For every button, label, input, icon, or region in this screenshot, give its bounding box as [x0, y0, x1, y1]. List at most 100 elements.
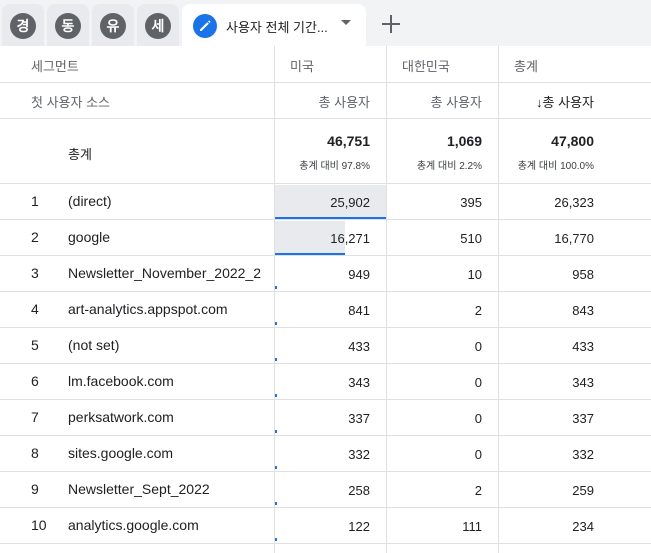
row-kr-value: 2: [474, 483, 482, 498]
column-header-us[interactable]: 미국: [290, 56, 314, 75]
totals-total-value: 47,800: [551, 133, 594, 149]
row-source: lm.facebook.com: [68, 373, 174, 389]
row-total-value: 332: [572, 447, 594, 462]
row-rank: 3: [31, 265, 39, 281]
dropdown-caret-icon[interactable]: [340, 19, 352, 27]
row-source: google: [68, 229, 111, 245]
segment-chip-2[interactable]: 동: [47, 4, 89, 46]
row-us-value: 433: [348, 339, 370, 354]
totals-kr-percent: 총계 대비 2.2%: [416, 161, 482, 172]
row-rank: 2: [31, 229, 39, 245]
row-rank: 4: [31, 301, 39, 317]
segment-chip-4-letter: 세: [145, 13, 171, 39]
row-us-value: 332: [348, 447, 370, 462]
totals-us-value: 46,751: [327, 133, 370, 149]
us-share-marker: [275, 358, 277, 361]
row-total-value: 343: [572, 375, 594, 390]
row-total-value: 843: [572, 303, 594, 318]
add-comparison-icon[interactable]: [378, 11, 404, 37]
row-rank: 10: [31, 517, 47, 533]
row-us-value: 25,902: [330, 195, 370, 210]
row-source: (not set): [68, 337, 120, 353]
segment-chip-3-letter: 유: [100, 13, 126, 39]
row-total-value: 26,323: [554, 195, 594, 210]
row-total-value: 337: [572, 411, 594, 426]
row-us-value: 949: [348, 267, 370, 282]
table-row[interactable]: 7 perksatwork.com 337 0 337: [0, 400, 651, 436]
row-source: sites.google.com: [68, 445, 174, 461]
segment-chip-4[interactable]: 세: [137, 4, 179, 46]
row-rank: 9: [31, 481, 39, 497]
table-row[interactable]: 5 (not set) 433 0 433: [0, 328, 651, 364]
table-row[interactable]: 8 sites.google.com 332 0 332: [0, 436, 651, 472]
row-source: (direct): [68, 193, 112, 209]
us-share-underline: [275, 253, 345, 255]
row-us-value: 337: [348, 411, 370, 426]
column-header-kr[interactable]: 대한민국: [402, 56, 450, 75]
metric-header-total-sorted[interactable]: ↓총 사용자: [536, 92, 594, 111]
segment-header: 세그먼트: [31, 59, 79, 74]
table-row[interactable]: 9 Newsletter_Sept_2022 258 2 259: [0, 472, 651, 508]
active-tab-label: 사용자 전체 기간...: [226, 20, 328, 35]
segment-chip-3[interactable]: 유: [92, 4, 134, 46]
totals-kr-value: 1,069: [446, 133, 482, 149]
row-kr-value: 10: [467, 267, 482, 282]
row-source: Newsletter_November_2022_2: [68, 265, 261, 281]
us-share-marker: [275, 466, 277, 469]
row-kr-value: 0: [474, 447, 482, 462]
row-kr-value: 2: [474, 303, 482, 318]
row-total-value: 958: [572, 267, 594, 282]
table-row[interactable]: 2 google 16,271 510 16,770: [0, 220, 651, 256]
row-us-value: 16,271: [330, 231, 370, 246]
edit-pencil-icon[interactable]: [193, 14, 217, 38]
row-total-value: 16,770: [554, 231, 594, 246]
row-total-value: 234: [572, 519, 594, 534]
totals-us-percent: 총계 대비 97.8%: [299, 161, 370, 172]
row-source: analytics.google.com: [68, 517, 199, 533]
totals-label: 총계: [68, 147, 92, 162]
row-rank: 8: [31, 445, 39, 461]
us-share-marker: [275, 430, 277, 433]
us-share-marker: [275, 538, 277, 541]
row-rank: 7: [31, 409, 39, 425]
row-rank: 1: [31, 193, 39, 209]
column-header-total[interactable]: 총계: [514, 56, 538, 75]
table-row[interactable]: 6 lm.facebook.com 343 0 343: [0, 364, 651, 400]
metric-header-us[interactable]: 총 사용자: [319, 92, 370, 111]
row-rank: 6: [31, 373, 39, 389]
row-source: perksatwork.com: [68, 409, 174, 425]
segment-chip-1[interactable]: 경: [2, 4, 44, 46]
table-row[interactable]: 1 (direct) 25,902 395 26,323: [0, 184, 651, 220]
row-kr-value: 0: [474, 339, 482, 354]
us-share-marker: [275, 394, 277, 397]
us-share-marker: [275, 322, 277, 325]
table-row[interactable]: 4 art-analytics.appspot.com 841 2 843: [0, 292, 651, 328]
segment-tab-bar: 경 동 유 세 사용자 전체 기간...: [0, 0, 651, 46]
row-source: art-analytics.appspot.com: [68, 301, 228, 317]
table-row[interactable]: 10 analytics.google.com 122 111 234: [0, 508, 651, 544]
active-comparison-tab[interactable]: 사용자 전체 기간...: [182, 4, 366, 46]
row-kr-value: 510: [460, 231, 482, 246]
row-us-value: 258: [348, 483, 370, 498]
totals-total-percent: 총계 대비 100.0%: [517, 161, 594, 172]
metric-header-kr[interactable]: 총 사용자: [431, 92, 482, 111]
segment-chip-1-letter: 경: [10, 13, 36, 39]
us-share-marker: [275, 286, 277, 289]
row-us-value: 343: [348, 375, 370, 390]
row-rank: 5: [31, 337, 39, 353]
row-total-value: 433: [572, 339, 594, 354]
row-kr-value: 0: [474, 375, 482, 390]
us-share-underline: [275, 217, 386, 219]
table-row[interactable]: 3 Newsletter_November_2022_2 949 10 958: [0, 256, 651, 292]
row-total-value: 259: [572, 483, 594, 498]
row-us-value: 122: [348, 519, 370, 534]
row-divider: [0, 118, 651, 119]
us-share-marker: [275, 502, 277, 505]
row-us-value: 841: [348, 303, 370, 318]
row-kr-value: 0: [474, 411, 482, 426]
row-kr-value: 395: [460, 195, 482, 210]
dimension-header[interactable]: 첫 사용자 소스: [31, 92, 110, 111]
row-divider: [0, 82, 651, 83]
row-kr-value: 111: [462, 519, 482, 534]
row-source: Newsletter_Sept_2022: [68, 481, 210, 497]
